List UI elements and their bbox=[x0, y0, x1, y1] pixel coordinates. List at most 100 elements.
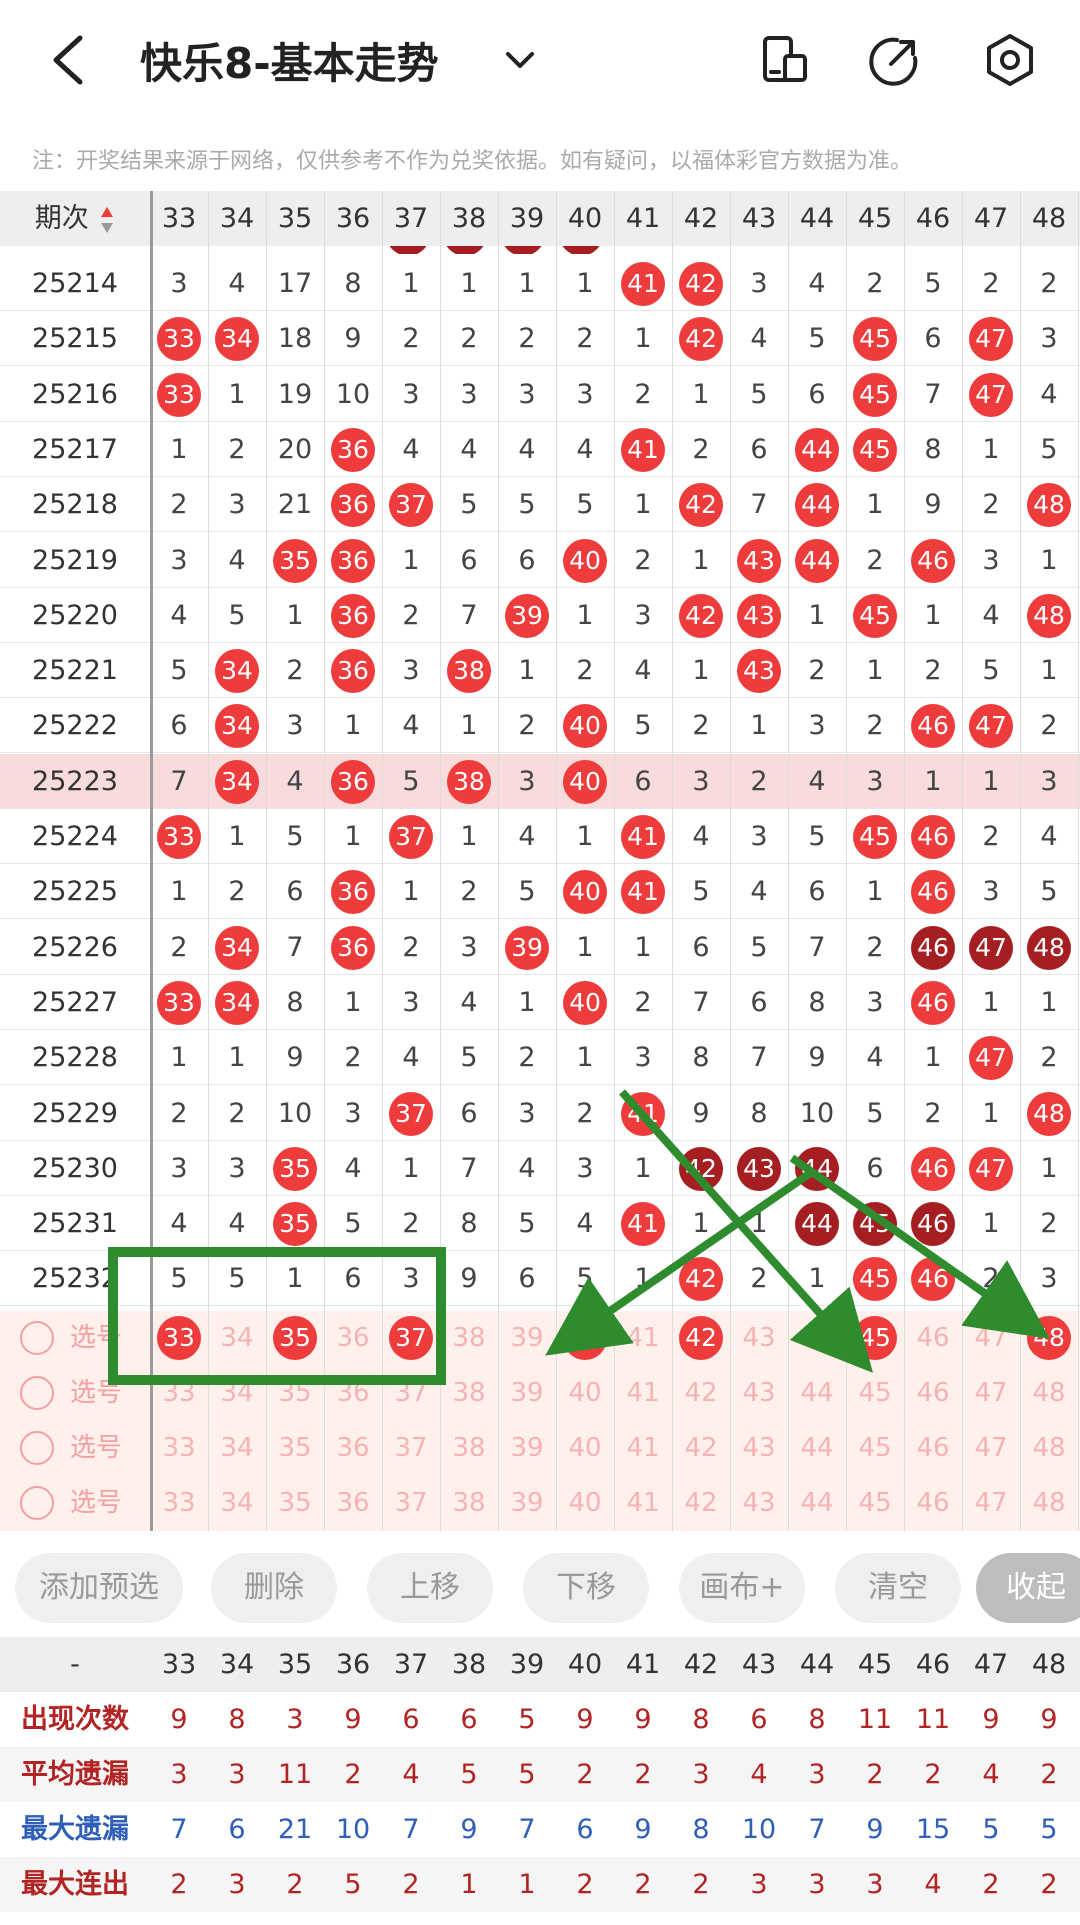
picker-number[interactable]: 42 bbox=[672, 1421, 730, 1476]
move-down-button[interactable]: 下移 bbox=[523, 1553, 649, 1623]
share-button[interactable] bbox=[867, 32, 923, 88]
picker-ball-selected[interactable]: 45 bbox=[846, 1311, 904, 1366]
move-up-button[interactable]: 上移 bbox=[367, 1553, 493, 1623]
picker-number[interactable]: 45 bbox=[846, 1476, 904, 1531]
miss-count-cell: 1 bbox=[170, 1042, 188, 1074]
picker-row-radio[interactable] bbox=[20, 1376, 54, 1410]
picker-ball-selected[interactable]: 48 bbox=[1020, 1311, 1078, 1366]
title-dropdown-button[interactable] bbox=[500, 40, 540, 80]
picker-number[interactable]: 36 bbox=[324, 1421, 382, 1476]
layout-button[interactable] bbox=[757, 32, 813, 88]
picker-number[interactable]: 35 bbox=[266, 1476, 324, 1531]
delete-button[interactable]: 删除 bbox=[211, 1553, 337, 1623]
picker-number[interactable]: 40 bbox=[556, 1366, 614, 1421]
picker-ball-selected[interactable]: 33 bbox=[150, 1311, 208, 1366]
picker-ball-selected[interactable]: 35 bbox=[266, 1311, 324, 1366]
miss-count-cell: 5 bbox=[866, 1097, 884, 1129]
clear-button[interactable]: 清空 bbox=[835, 1553, 961, 1623]
picker-number[interactable]: 42 bbox=[672, 1476, 730, 1531]
picker-number[interactable]: 39 bbox=[498, 1311, 556, 1366]
picker-number[interactable]: 36 bbox=[324, 1366, 382, 1421]
picker-number[interactable]: 41 bbox=[614, 1421, 672, 1476]
picker-number[interactable]: 43 bbox=[730, 1366, 788, 1421]
picker-number[interactable]: 38 bbox=[440, 1421, 498, 1476]
picker-number[interactable]: 38 bbox=[440, 1476, 498, 1531]
period-cell: 25232 bbox=[32, 1263, 118, 1295]
add-preselect-button[interactable]: 添加预选 bbox=[15, 1553, 183, 1623]
picker-row-radio[interactable] bbox=[20, 1431, 54, 1465]
picker-number[interactable]: 33 bbox=[150, 1421, 208, 1476]
selected-ball[interactable]: 35 bbox=[273, 1316, 317, 1360]
picker-number[interactable]: 34 bbox=[208, 1366, 266, 1421]
picker-number[interactable]: 37 bbox=[382, 1476, 440, 1531]
collapse-button[interactable]: 收起 bbox=[976, 1553, 1080, 1623]
drawn-ball-cell: 41 bbox=[614, 1086, 672, 1141]
picker-ball-selected[interactable]: 42 bbox=[672, 1311, 730, 1366]
picker-number[interactable]: 39 bbox=[498, 1421, 556, 1476]
picker-number[interactable]: 34 bbox=[208, 1476, 266, 1531]
picker-number[interactable]: 48 bbox=[1020, 1476, 1078, 1531]
selected-ball[interactable]: 48 bbox=[1027, 1316, 1071, 1360]
picker-number[interactable]: 38 bbox=[440, 1366, 498, 1421]
picker-number[interactable]: 47 bbox=[962, 1476, 1020, 1531]
picker-number[interactable]: 44 bbox=[788, 1311, 846, 1366]
picker-number[interactable]: 44 bbox=[788, 1421, 846, 1476]
period-cell: 25218 bbox=[32, 489, 118, 521]
picker-number[interactable]: 45 bbox=[846, 1421, 904, 1476]
drawn-ball: 45 bbox=[853, 1202, 897, 1247]
picker-number[interactable]: 37 bbox=[382, 1366, 440, 1421]
picker-number[interactable]: 47 bbox=[962, 1311, 1020, 1366]
picker-number[interactable]: 48 bbox=[1020, 1421, 1078, 1476]
picker-row-radio[interactable] bbox=[20, 1321, 54, 1355]
picker-number[interactable]: 47 bbox=[962, 1421, 1020, 1476]
picker-row-radio[interactable] bbox=[20, 1486, 54, 1520]
miss-count-cell: 2 bbox=[518, 710, 536, 742]
picker-number[interactable]: 35 bbox=[266, 1366, 324, 1421]
picker-number[interactable]: 46 bbox=[904, 1476, 962, 1531]
picker-ball-selected[interactable]: 40 bbox=[556, 1311, 614, 1366]
picker-number[interactable]: 33 bbox=[150, 1476, 208, 1531]
picker-number[interactable]: 43 bbox=[730, 1311, 788, 1366]
picker-number[interactable]: 39 bbox=[498, 1366, 556, 1421]
picker-number[interactable]: 38 bbox=[440, 1311, 498, 1366]
picker-number[interactable]: 35 bbox=[266, 1421, 324, 1476]
picker-number[interactable]: 44 bbox=[788, 1366, 846, 1421]
picker-number[interactable]: 41 bbox=[614, 1476, 672, 1531]
canvas-button[interactable]: 画布+ bbox=[679, 1553, 805, 1623]
selected-ball[interactable]: 45 bbox=[853, 1316, 897, 1360]
picker-number[interactable]: 46 bbox=[904, 1311, 962, 1366]
picker-number[interactable]: 46 bbox=[904, 1366, 962, 1421]
picker-number[interactable]: 39 bbox=[498, 1476, 556, 1531]
picker-number[interactable]: 40 bbox=[556, 1421, 614, 1476]
selected-ball[interactable]: 42 bbox=[679, 1316, 723, 1360]
picker-number[interactable]: 33 bbox=[150, 1366, 208, 1421]
selected-ball[interactable]: 37 bbox=[389, 1316, 433, 1360]
picker-number[interactable]: 37 bbox=[382, 1421, 440, 1476]
miss-count-cell: 20 bbox=[277, 433, 313, 465]
miss-count-cell: 2 bbox=[518, 323, 536, 355]
period-header[interactable]: 期次 bbox=[0, 191, 150, 246]
picker-number[interactable]: 44 bbox=[788, 1476, 846, 1531]
picker-number[interactable]: 34 bbox=[208, 1421, 266, 1476]
miss-count-cell: 9 bbox=[344, 323, 362, 355]
picker-number[interactable]: 47 bbox=[962, 1366, 1020, 1421]
selected-ball[interactable]: 33 bbox=[157, 1316, 201, 1360]
picker-number[interactable]: 36 bbox=[324, 1476, 382, 1531]
selected-ball[interactable]: 40 bbox=[563, 1316, 607, 1360]
picker-number[interactable]: 41 bbox=[614, 1311, 672, 1366]
picker-number[interactable]: 42 bbox=[672, 1366, 730, 1421]
picker-number[interactable]: 40 bbox=[556, 1476, 614, 1531]
column-header-41: 41 bbox=[625, 203, 661, 234]
picker-number[interactable]: 34 bbox=[208, 1311, 266, 1366]
stats-value: 2 bbox=[634, 1869, 652, 1900]
picker-number[interactable]: 48 bbox=[1020, 1366, 1078, 1421]
settings-button[interactable] bbox=[982, 32, 1038, 88]
picker-number[interactable]: 43 bbox=[730, 1421, 788, 1476]
picker-number[interactable]: 46 bbox=[904, 1421, 962, 1476]
picker-number[interactable]: 43 bbox=[730, 1476, 788, 1531]
picker-ball-selected[interactable]: 37 bbox=[382, 1311, 440, 1366]
picker-number[interactable]: 45 bbox=[846, 1366, 904, 1421]
picker-number[interactable]: 36 bbox=[324, 1311, 382, 1366]
back-button[interactable] bbox=[40, 28, 100, 92]
picker-number[interactable]: 41 bbox=[614, 1366, 672, 1421]
